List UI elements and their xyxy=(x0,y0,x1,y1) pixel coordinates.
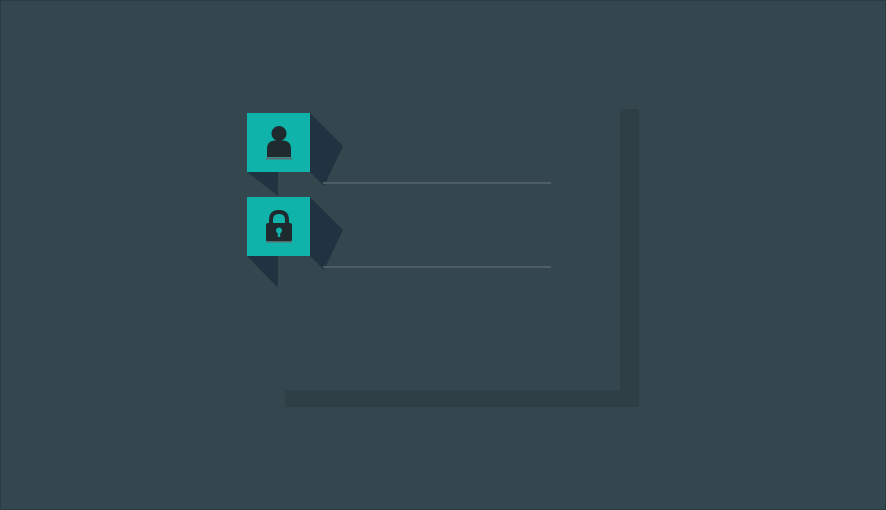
password-icon-box xyxy=(247,197,310,256)
password-input[interactable] xyxy=(323,197,551,268)
user-icon xyxy=(265,125,292,159)
card-shadow-bottom xyxy=(285,390,639,407)
username-input[interactable] xyxy=(323,113,551,184)
lock-icon xyxy=(265,209,292,242)
card-shadow-right xyxy=(620,109,639,407)
username-field-group xyxy=(247,113,553,184)
username-icon-box xyxy=(247,113,310,172)
password-field-group xyxy=(247,197,553,268)
